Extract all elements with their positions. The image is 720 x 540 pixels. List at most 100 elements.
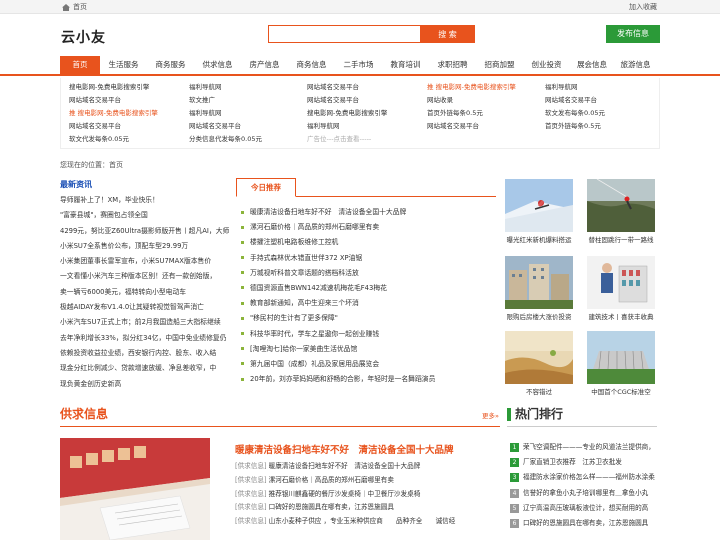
news-item[interactable]: 导师履补上了！XM，毕业快乐！ [60, 193, 232, 208]
recommend-item[interactable]: 第九届中国（成都）礼品及家居用品展览会 [241, 357, 496, 372]
nav-real-estate[interactable]: 房产信息 [241, 56, 288, 74]
hot-item[interactable]: 6 口碑好的恩施圆具在哪有卖，江苏恩施圆具 [510, 516, 660, 531]
news-item[interactable]: 小米SU7全系售价公布，顶配车型29.99万 [60, 239, 232, 254]
picture-card[interactable]: 替柱固跳行一带一路线 [587, 179, 655, 244]
link-item[interactable]: 网站域名交易平台 [307, 94, 387, 107]
link-item[interactable]: 软文推广 [189, 94, 262, 107]
link-item[interactable]: 首页外链每条0.5元 [427, 107, 516, 120]
nav-jobs[interactable]: 求职招聘 [429, 56, 476, 74]
link-item[interactable]: 网站域名交易平台 [307, 81, 387, 94]
link-item[interactable]: 推 搜电影网-免费电影搜索引擎 [69, 107, 158, 120]
nav-life-services[interactable]: 生活服务 [100, 56, 147, 74]
link-item[interactable]: 福利导航网 [307, 120, 387, 133]
news-item[interactable]: 现负黄金创历史新高 [60, 377, 232, 392]
recommend-item[interactable]: 教育部新通知，高中生迎来三个坏消 [241, 296, 496, 311]
recommend-item[interactable]: 万城视听科普文章话题的搭档科活放 [241, 266, 496, 281]
site-logo[interactable]: 云小友 [61, 27, 106, 47]
link-item[interactable]: 网站域名交易平台 [69, 94, 158, 107]
supply-item[interactable]: [供求信息] 推荐银川麒鑫硬的餐厅沙发桌椅｜中卫餐厅沙发桌椅 [235, 488, 500, 502]
nav-second-hand[interactable]: 二手市场 [335, 56, 382, 74]
bullet-icon [241, 286, 244, 290]
search-input[interactable] [268, 25, 420, 43]
link-item[interactable]: 福利导航网 [189, 107, 262, 120]
link-item[interactable]: 首页外链每条0.5元 [545, 120, 605, 133]
add-favorite-link[interactable]: 加入收藏 [629, 2, 657, 12]
nav-supply[interactable]: 供求信息 [194, 56, 241, 74]
link-item[interactable]: 福利导航网 [189, 81, 262, 94]
picture-card[interactable]: 限购后房楼大涨价投资 [505, 256, 573, 321]
link-item[interactable]: 分类信息代发每条0.05元 [189, 133, 262, 146]
search-button[interactable]: 搜 索 [420, 25, 475, 43]
recommend-item[interactable]: "移民村的生计有了更多保障" [241, 311, 496, 326]
hot-ranking-list: 1 荣飞空调配件———专业的风道法兰提供商， 2 厂家直销卫衣推荐 江苏卫衣批发 3… [510, 440, 660, 531]
recommend-item[interactable]: [淘哩淘七]给你一家美曲生活优品馆 [241, 342, 496, 357]
link-item[interactable]: 网站收录 [427, 94, 516, 107]
news-item[interactable]: 极越AIDAY发布V1.4.0让其疑转视觉智驾声消亡 [60, 300, 232, 315]
recommend-item-text: 第九届中国（成都）礼品及家居用品展览会 [250, 359, 380, 368]
recommend-item[interactable]: 暖康清洁设备扫地车好不好 清洁设备全国十大品牌 [241, 205, 496, 220]
link-item[interactable]: 软文代发每条0.05元 [69, 133, 158, 146]
supply-headline[interactable]: 暖康清洁设备扫地车好不好 清洁设备全国十大品牌 [235, 442, 454, 456]
news-item[interactable]: 依赖投资收益拉业绩，西安银行内控、股东、收入结 [60, 346, 232, 361]
recommend-item[interactable]: 漯河石磨价格｜高品质的郑州石磨哪里有卖 [241, 220, 496, 235]
hot-item-text: 口碑好的恩施圆具在哪有卖，江苏恩施圆具 [523, 518, 649, 527]
news-item[interactable]: 一文看懂小米汽车三种版本区别！还有一款创始版， [60, 269, 232, 284]
nav-business-info[interactable]: 商务信息 [288, 56, 335, 74]
bungee-photo [587, 179, 655, 232]
recommend-item[interactable]: 20年前，刘亦菲妈妈晒和舒畅的合影，年轻时是一名舞蹈演员 [241, 372, 496, 387]
link-item[interactable]: 福利导航网 [545, 81, 605, 94]
nav-education[interactable]: 教育培训 [382, 56, 429, 74]
hot-item[interactable]: 1 荣飞空调配件———专业的风道法兰提供商， [510, 440, 660, 455]
supply-item[interactable]: [供求信息] 漯河石磨价格｜高品质的郑州石磨哪里有卖 [235, 474, 500, 488]
recommend-item[interactable]: 德国资源直售BWN142减速机梅花毛F43梅花 [241, 281, 496, 296]
news-item[interactable]: 4299元，努比亚Z60Ultra摄影师版开售丨超凡AI，大师 [60, 224, 232, 239]
hot-item[interactable]: 3 福建防水涂家价格怎么样———福州防水涂柔 [510, 470, 660, 485]
home-link[interactable]: 首页 [62, 2, 87, 12]
recommend-item[interactable]: 科技华率时代，学车之星遨你一起创业赚钱 [241, 327, 496, 342]
hot-item-text: 福建防水涂家价格怎么样———福州防水涂柔 [523, 473, 655, 482]
hot-item[interactable]: 2 厂家直销卫衣推荐 江苏卫衣批发 [510, 455, 660, 470]
recommend-item-text: 漯河石磨价格｜高品质的郑州石磨哪里有卖 [250, 223, 380, 232]
publish-button[interactable]: 发布信息 [606, 25, 660, 43]
recommend-item[interactable]: 手持式森林优木错直世伴372 XP油锯 [241, 251, 496, 266]
link-item[interactable]: 网站域名交易平台 [427, 120, 516, 133]
news-item[interactable]: 小米汽车SU7正式上市；前2月我国造船三大指标继续 [60, 315, 232, 330]
supply-feature-photo[interactable] [60, 438, 210, 540]
link-item[interactable]: 网站域名交易平台 [545, 94, 605, 107]
news-item[interactable]: 小米集团董事长雷军宣布，小米SU7MAX版本售价 [60, 254, 232, 269]
news-item[interactable]: 现金分红比例减少、贷款增速放缓、净息差收窄，中 [60, 361, 232, 376]
nav-franchise[interactable]: 招商加盟 [476, 56, 523, 74]
tab-today-recommend[interactable]: 今日推荐 [236, 178, 296, 197]
hot-item[interactable]: 5 辽宁高温高压玻璃板液位计，想买耐用的高 [510, 501, 660, 516]
nav-business-services[interactable]: 商务服务 [147, 56, 194, 74]
nav-home[interactable]: 首页 [60, 56, 100, 74]
nav-exhibitions[interactable]: 展会信息 [570, 56, 614, 74]
news-item[interactable]: "富豪县城"，赛圈包占领全国 [60, 208, 232, 223]
supply-item-text: 推荐银川麒鑫硬的餐厅沙发桌椅｜中卫餐厅沙发桌椅 [268, 489, 421, 498]
ad-slot-link[interactable]: 广告位---点击查看----- [307, 133, 387, 146]
link-item[interactable]: 网站域名交易平台 [189, 120, 262, 133]
supply-item[interactable]: [供求信息] 暖康清洁设备扫地车好不好 清洁设备全国十大品牌 [235, 460, 500, 474]
supply-more-link[interactable]: 更多» [482, 410, 499, 420]
supply-item[interactable]: [供求信息] 山东小麦种子供应 ，专业玉米种供应商 品种齐全 诚信经 [235, 515, 500, 529]
supply-item[interactable]: [供求信息] 口碑好的恩施圆具在哪有卖，江苏恩施圆具 [235, 501, 500, 515]
picture-caption: 替柱固跳行一带一路线 [588, 236, 654, 244]
recommend-item-text: [淘哩淘七]给你一家美曲生活优品馆 [250, 344, 358, 353]
link-item[interactable]: 搜电影网-免费电影搜索引擎 [307, 107, 387, 120]
link-item[interactable]: 网站域名交易平台 [69, 120, 158, 133]
link-item[interactable]: 搜电影网-免费电影搜索引擎 [69, 81, 158, 94]
news-item[interactable]: 卖一辆亏6000美元，福特转向小型电动车 [60, 285, 232, 300]
nav-investment[interactable]: 创业投资 [523, 56, 570, 74]
link-item[interactable]: 软文发布每条0.05元 [545, 107, 605, 120]
picture-card[interactable]: 建筑技术丨喜获丰收典 [587, 256, 655, 321]
news-item[interactable]: 去年净利增长33%，拟分红34亿，中国中免业绩修复仍 [60, 331, 232, 346]
recommend-item[interactable]: 楼攉注塑机电路板维修工控机 [241, 235, 496, 250]
link-item[interactable]: 推 搜电影网-免费电影搜索引擎 [427, 81, 516, 94]
hot-item[interactable]: 4 信誉好的拿鱼小丸子培训哪里有＿拿鱼小丸 [510, 486, 660, 501]
picture-card[interactable]: 中国首个CGC标准空 [587, 331, 655, 396]
main-nav: 首页 生活服务 商务服务 供求信息 房产信息 商务信息 二手市场 教育培训 求职… [0, 56, 720, 76]
picture-card[interactable]: 不容错过 [505, 331, 573, 396]
picture-caption: 曝光红米新机爆料搭运 [506, 236, 572, 244]
nav-travel[interactable]: 旅游信息 [614, 56, 657, 74]
picture-card[interactable]: 曝光红米新机爆料搭运 [505, 179, 573, 244]
